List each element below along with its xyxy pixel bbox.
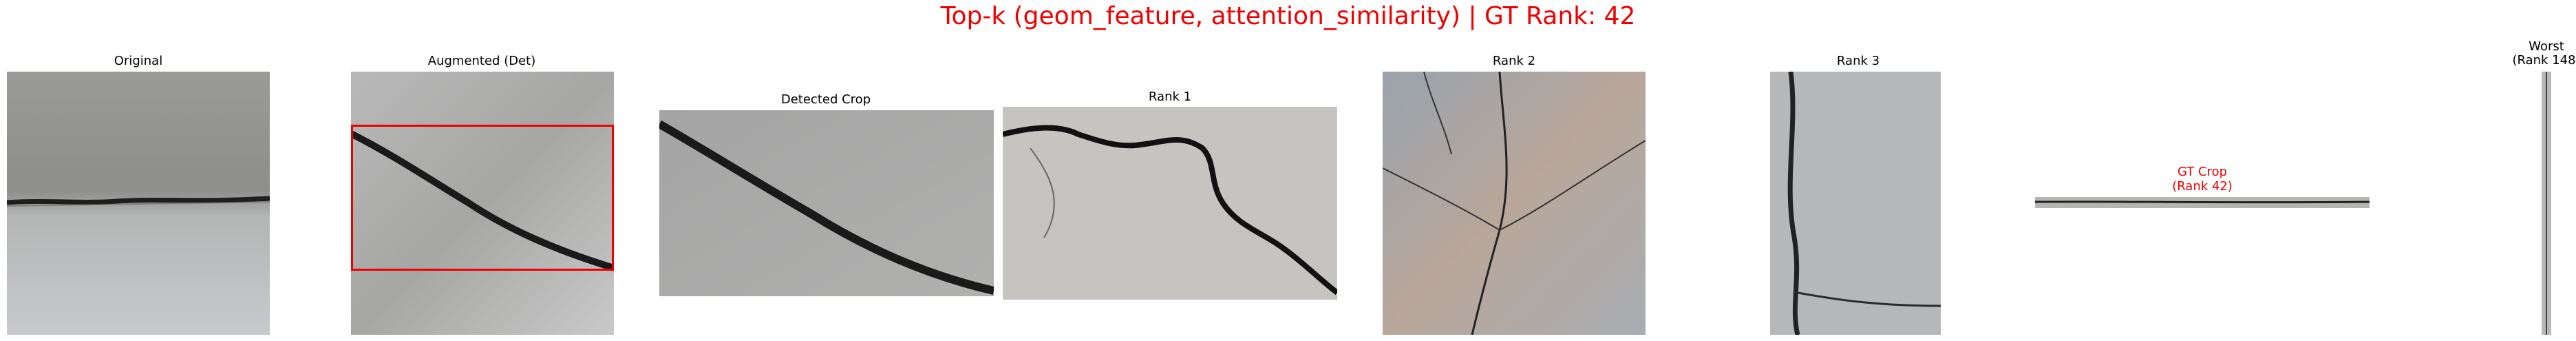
panel-title-rank2: Rank 2: [1492, 54, 1536, 68]
worst-label-line1: Worst: [2529, 39, 2564, 54]
augmented-detection-bbox: [351, 125, 614, 271]
detected-crop-image: [659, 110, 994, 296]
gt-label-line1: GT Crop: [2177, 165, 2228, 179]
panel-title-rank1: Rank 1: [1148, 90, 1192, 104]
gt-crop-label: GT Crop (Rank 42): [2172, 165, 2233, 194]
panel-title-original: Original: [114, 54, 163, 68]
worst-image: [2542, 72, 2551, 335]
original-image: [7, 72, 270, 335]
rank2-image: [1383, 72, 1646, 335]
gt-label-line2: (Rank 42): [2172, 179, 2233, 194]
figure-title: Top-k (geom_feature, attention_similarit…: [940, 2, 1636, 30]
rank1-image: [1003, 107, 1337, 300]
panel-title-detected-crop: Detected Crop: [780, 92, 871, 107]
gt-crop-image: [2035, 197, 2370, 208]
panel-title-rank3: Rank 3: [1836, 54, 1880, 68]
worst-label-line2: (Rank 148): [2512, 53, 2576, 68]
panel-title-augmented: Augmented (Det): [427, 54, 536, 68]
panel-title-worst: Worst (Rank 148): [2512, 40, 2576, 68]
rank3-image: [1770, 72, 1941, 335]
